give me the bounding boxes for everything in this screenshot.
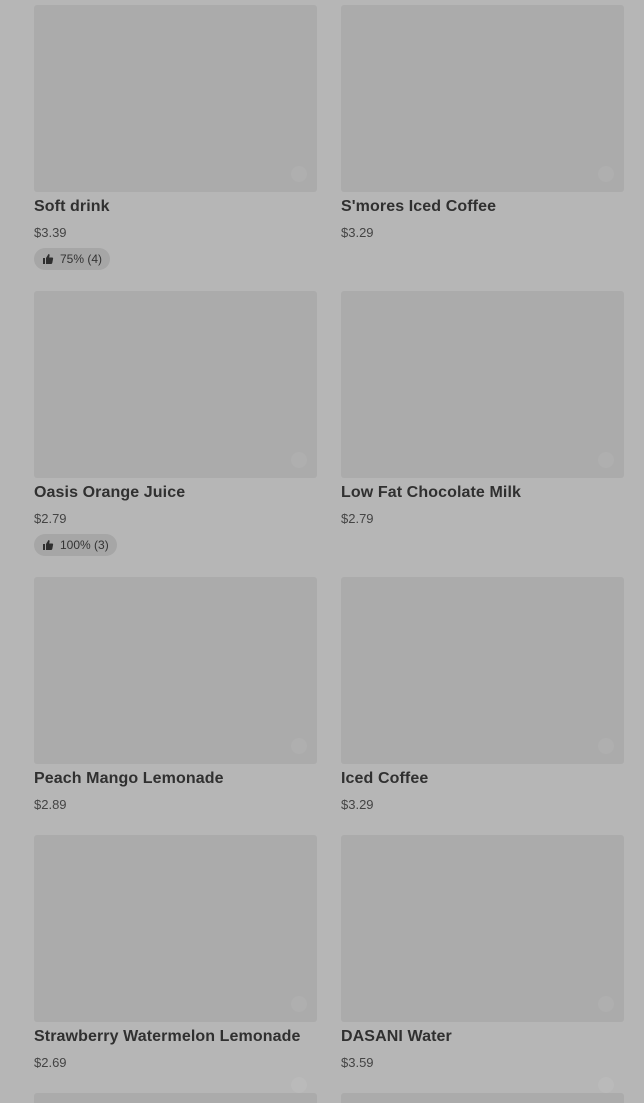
menu-item-card[interactable]: Strawberry Watermelon Lemonade $2.69	[34, 835, 317, 1070]
menu-item-card[interactable]: DASANI Water $3.59	[341, 835, 624, 1070]
item-image[interactable]	[341, 291, 624, 478]
item-price: $3.29	[341, 225, 374, 240]
item-name: Strawberry Watermelon Lemonade	[34, 1028, 301, 1045]
menu-item-card[interactable]: Peach Mango Lemonade $2.89	[34, 577, 317, 812]
item-image[interactable]	[341, 5, 624, 192]
item-name: Oasis Orange Juice	[34, 484, 186, 501]
thumbs-up-icon	[42, 253, 54, 265]
item-name: Peach Mango Lemonade	[34, 770, 224, 787]
item-image[interactable]	[34, 1077, 317, 1103]
item-image[interactable]	[341, 1077, 624, 1103]
item-image[interactable]	[341, 835, 624, 1022]
item-image[interactable]	[34, 835, 317, 1022]
item-name: Iced Coffee	[341, 770, 429, 787]
item-price: $2.89	[34, 797, 67, 812]
item-image[interactable]	[341, 577, 624, 764]
item-price: $2.69	[34, 1055, 67, 1070]
menu-item-card[interactable]	[34, 1077, 317, 1103]
item-name: Low Fat Chocolate Milk	[341, 484, 521, 501]
menu-item-card[interactable]	[341, 1077, 624, 1103]
item-price: $3.39	[34, 225, 67, 240]
item-name: S'mores Iced Coffee	[341, 198, 497, 215]
item-price: $2.79	[34, 511, 67, 526]
menu-item-card[interactable]: Soft drink $3.39 75% (4)	[34, 5, 317, 270]
menu-item-card[interactable]: S'mores Iced Coffee $3.29	[341, 5, 624, 240]
rating-text: 75% (4)	[60, 252, 103, 266]
rating-badge: 100% (3)	[34, 534, 117, 556]
item-price: $3.59	[341, 1055, 374, 1070]
menu-item-card[interactable]: Iced Coffee $3.29	[341, 577, 624, 812]
menu-item-card[interactable]: Low Fat Chocolate Milk $2.79	[341, 291, 624, 526]
item-name: Soft drink	[34, 198, 110, 215]
rating-badge: 75% (4)	[34, 248, 111, 270]
item-price: $2.79	[341, 511, 374, 526]
item-price: $3.29	[341, 797, 374, 812]
item-image[interactable]	[34, 5, 317, 192]
rating-text: 100% (3)	[60, 538, 109, 552]
item-image[interactable]	[34, 291, 317, 478]
menu-item-card[interactable]: Oasis Orange Juice $2.79 100% (3)	[34, 291, 317, 556]
thumbs-up-icon	[42, 539, 54, 551]
item-image[interactable]	[34, 577, 317, 764]
item-name: DASANI Water	[341, 1028, 452, 1045]
